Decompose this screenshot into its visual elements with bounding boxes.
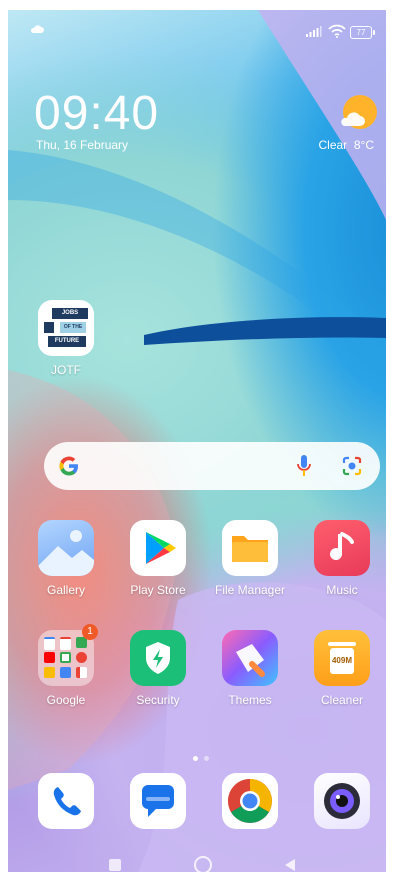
youtube-mini-icon [44,652,55,663]
recents-button[interactable] [109,859,121,871]
clock-time[interactable]: 09:40 [34,90,159,138]
messages-icon [130,773,186,829]
weather-text[interactable]: Clear 8°C [319,138,375,152]
shield-bolt-icon [130,630,186,686]
app-cleaner[interactable]: 409M Cleaner [302,630,382,707]
app-label: Gallery [46,583,85,597]
app-security[interactable]: Security [118,630,198,707]
brush-icon [222,630,278,686]
cloud-icon [30,25,44,33]
google-folder-icon: 1 [38,624,98,686]
app-label: Google [46,693,86,707]
meet-mini-icon [60,667,71,678]
app-label: Security [136,693,180,707]
app-music[interactable]: Music [302,520,382,597]
page-indicator[interactable] [190,748,212,766]
google-g-icon [59,456,78,476]
app-play-store[interactable]: Play Store [118,520,198,597]
dock-messages[interactable] [118,773,198,829]
app-gallery[interactable]: Gallery [26,520,106,597]
app-label: JOTF [51,363,81,377]
photos-mini-icon [76,667,87,678]
logo-line-1: JOBS [52,308,88,319]
gmail-mini-icon [44,637,55,650]
page-dot [204,756,209,761]
notification-badge: 1 [82,624,98,640]
home-button[interactable] [194,856,212,872]
photos-mini-icon [44,667,55,678]
dock-camera[interactable] [302,773,382,829]
microphone-icon[interactable] [296,454,312,478]
back-button[interactable] [284,858,296,872]
home-screen: 77 09:40 Thu, 16 February Clear 8°C JOBS… [8,10,386,872]
drive-mini-icon [60,652,71,663]
logo-block [44,322,54,333]
dock-chrome[interactable] [210,773,290,829]
app-themes[interactable]: Themes [210,630,290,707]
gallery-icon [38,520,94,576]
app-label: Play Store [130,583,186,597]
clock-date[interactable]: Thu, 16 February [36,138,128,152]
weather-temperature: 8°C [353,138,374,152]
jotf-logo: JOBS OF THE FUTURE [44,308,88,348]
logo-line-2: OF THE [60,322,86,333]
wifi-icon [328,24,346,38]
page-dot-active [193,756,198,761]
signal-icon [306,26,322,37]
trash-icon: 409M [314,630,370,686]
logo-line-3: FUTURE [48,336,86,347]
app-label: File Manager [214,583,286,597]
battery-indicator: 77 [350,26,375,39]
app-file-manager[interactable]: File Manager [210,520,290,597]
google-search-bar[interactable] [44,442,380,490]
app-label: Music [326,583,358,597]
weather-condition: Clear [318,138,348,152]
folder-icon [222,520,278,576]
cleaner-size-text: 409M [330,648,354,674]
app-label: Cleaner [320,693,364,707]
trash-lid [328,642,356,646]
chrome-icon [222,773,278,829]
gmail-mini-icon [60,637,71,650]
app-google-folder[interactable]: 1 Google [26,624,106,707]
phone-icon [38,773,94,829]
navigation-bar [8,854,386,872]
music-note-icon [314,520,370,576]
partly-sunny-icon[interactable] [338,94,378,134]
jotf-logo-icon: JOBS OF THE FUTURE [38,300,94,356]
dock-phone[interactable] [26,773,106,829]
music-mini-icon [76,652,87,663]
app-label: Themes [228,693,272,707]
app-jotf[interactable]: JOBS OF THE FUTURE JOTF [26,300,106,377]
status-bar: 77 [8,24,386,44]
play-store-icon [130,520,186,576]
google-lens-icon[interactable] [341,455,363,477]
camera-icon [314,773,370,829]
